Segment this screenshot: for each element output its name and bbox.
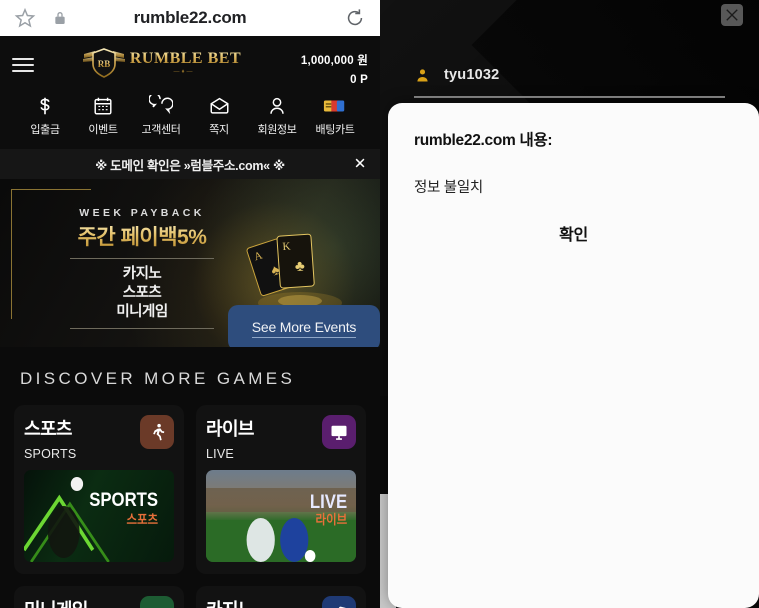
see-more-events-button[interactable]: See More Events [228,305,380,347]
nav-item-message[interactable]: 쪽지 [190,94,248,137]
star-icon[interactable] [14,7,36,29]
game-card-live[interactable]: 라이브 LIVE LIVE 라이브 [196,405,366,574]
nav-item-event[interactable]: 이벤트 [74,94,132,137]
site-header: RB RUMBLE BET —♦— 1,000,000 원 0 P 입출금 이벤… [0,36,380,149]
svg-text:♣: ♣ [294,258,305,275]
chat-support-icon [132,94,190,118]
game-card-subtitle: SPORTS [24,447,77,461]
hamburger-menu-icon[interactable] [12,46,34,76]
screen-root: rumble22.com RB RUMBLE BET —♦— 1,000,000… [0,0,759,608]
login-overlay-panel: tyu1032 •••••••• [380,0,759,608]
nav-label: 쪽지 [209,124,229,136]
promo-divider [70,258,214,259]
dollar-icon [16,94,74,118]
game-card-minigame[interactable]: 미니게임 [14,586,184,608]
alert-ok-button[interactable]: 확인 [414,221,733,245]
rumble-bet-emblem-icon: RB [81,48,127,78]
alert-dialog: rumble22.com 내용: 정보 불일치 확인 [388,103,759,608]
browser-toolbar: rumble22.com [0,0,380,36]
promo-item-list: 카지노 스포츠 미니게임 [52,265,232,322]
gamepad-icon [140,596,174,608]
game-card-thumbnail: SPORTS 스포츠 [24,470,174,562]
username-field[interactable]: tyu1032 [414,54,725,98]
see-more-events-label: See More Events [251,319,356,338]
promo-item: 카지노 [122,266,162,282]
alert-message: 정보 불일치 [414,180,483,196]
game-card-thumbnail: LIVE 라이브 [206,470,356,562]
envelope-icon [190,94,248,118]
game-card-grid: 스포츠 SPORTS SPORTS 스포츠 라이브 LIVE LIVE 라이브 [14,405,366,608]
nav-label: 고객센터 [141,124,181,136]
calendar-icon [74,94,132,118]
discover-section: DISCOVER MORE GAMES 스포츠 SPORTS SPORTS 스포… [0,347,380,608]
alert-title: rumble22.com 내용: [414,132,553,149]
close-icon[interactable]: ✕ [354,157,367,172]
nav-label: 배팅카트 [315,124,355,136]
promo-eyebrow: WEEK PAYBACK [79,207,205,219]
promo-headline: 주간 페이백5% [52,221,232,251]
discover-title: DISCOVER MORE GAMES [20,369,296,388]
dice-icon [322,596,356,608]
svg-text:SPORTS: SPORTS [89,489,158,510]
browser-left-panel: rumble22.com RB RUMBLE BET —♦— 1,000,000… [0,0,380,608]
domain-notice-text: ※ 도메인 확인은 »럼블주소.com« ※ [95,158,285,173]
close-icon[interactable] [721,4,743,26]
promo-banner[interactable]: A ♠ K ♣ WEEK PAYBACK 주간 페이백5% 카지노 스포츠 미니… [0,179,380,347]
promo-item: 스포츠 [122,285,162,301]
logo-wordmark: RUMBLE BET [129,50,242,67]
nav-item-support[interactable]: 고객센터 [132,94,190,137]
reload-icon[interactable] [344,7,366,29]
username-underline [414,96,725,98]
svg-text:스포츠: 스포츠 [126,512,158,527]
promo-item: 미니게임 [116,304,168,320]
nav-label: 입출금 [30,124,60,136]
nav-item-betting-cart[interactable]: 배팅카트 [306,94,364,137]
svg-text:K: K [282,240,291,253]
lock-icon [52,9,68,27]
balance-points: 0 P [350,74,368,86]
game-card-subtitle: LIVE [206,447,234,461]
nav-item-deposit[interactable]: 입출금 [16,94,74,137]
user-icon [248,94,306,118]
nav-label: 이벤트 [88,124,118,136]
site-logo[interactable]: RB RUMBLE BET —♦— [34,46,288,78]
user-icon [414,67,444,84]
balance-money: 1,000,000 원 [300,55,368,67]
svg-text:LIVE: LIVE [310,491,347,512]
svg-text:RB: RB [98,59,111,69]
promo-divider-bottom [70,328,214,329]
username-value: tyu1032 [444,67,500,83]
monitor-icon [322,415,356,449]
nav-label: 회원정보 [257,124,297,136]
domain-notice-bar: ※ 도메인 확인은 »럼블주소.com« ※ ✕ [0,149,380,179]
promo-text-block: WEEK PAYBACK 주간 페이백5% 카지노 스포츠 미니게임 [52,207,232,329]
balance-display: 1,000,000 원 0 P [288,46,368,90]
game-card-sports[interactable]: 스포츠 SPORTS SPORTS 스포츠 [14,405,184,574]
betting-cart-icon [306,94,364,118]
game-card-casino[interactable]: 카지노 [196,586,366,608]
nav-item-profile[interactable]: 회원정보 [248,94,306,137]
running-person-icon [140,415,174,449]
logo-flourish: —♦— [173,69,195,75]
main-nav: 입출금 이벤트 고객센터 쪽지 회원정보 배팅카트 [0,90,380,141]
svg-text:라이브: 라이브 [316,511,348,527]
